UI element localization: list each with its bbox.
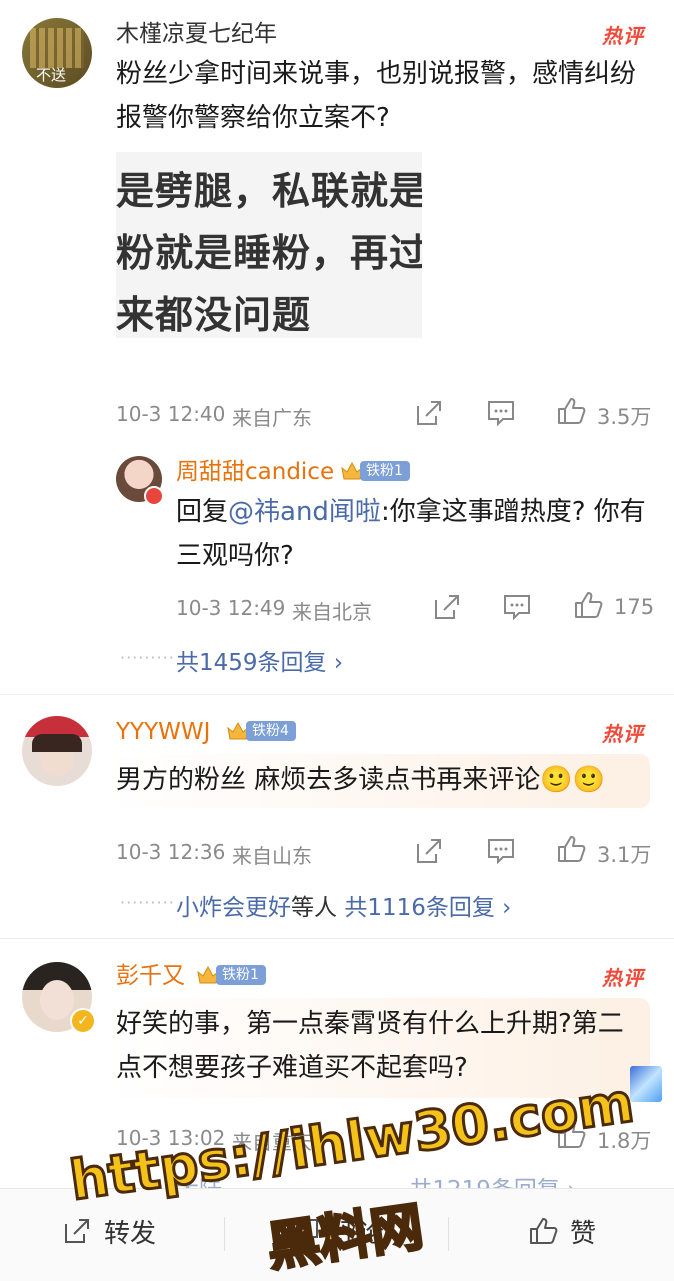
reply-time: 10-3 12:49 <box>176 596 286 620</box>
comment-text: 好笑的事，第一点秦霄贤有什么上升期?第二点不想要孩子难道买不起套吗? <box>116 1009 624 1083</box>
fan-level: 铁粉4 <box>246 721 296 741</box>
more-replies-link[interactable]: 共1459条回复 › <box>176 643 343 677</box>
fan-badge: 铁粉1 <box>196 964 266 986</box>
bar-divider <box>224 1217 225 1251</box>
share-icon[interactable] <box>432 592 462 622</box>
comment-time: 10-3 12:36 <box>116 840 226 864</box>
hot-comment-badge: 热评 <box>602 966 644 990</box>
comment-icon[interactable] <box>486 398 516 428</box>
image-line: 是劈腿，私联就是 <box>116 169 422 213</box>
avatar-label: 不送 <box>36 66 67 84</box>
hot-comment-badge: 热评 <box>602 24 644 48</box>
fan-level: 铁粉1 <box>360 461 410 481</box>
reply-prefix: 回复 <box>176 497 229 527</box>
reply-username[interactable]: 周甜甜candice <box>176 458 334 486</box>
reply-text: 回复@祎and闻啦:你拿这事蹭热度? 你有三观吗你? <box>176 490 652 578</box>
comment-location: 来自山东 <box>232 844 312 868</box>
comment-time: 10-3 12:40 <box>116 402 226 426</box>
like-icon[interactable] <box>556 396 586 426</box>
comment-icon[interactable] <box>502 592 532 622</box>
comment-text: 男方的粉丝 麻烦去多读点书再来评论🙂🙂 <box>116 765 606 795</box>
fan-badge: 铁粉1 <box>340 460 410 482</box>
like-icon[interactable] <box>556 834 586 864</box>
comment-divider <box>0 694 674 695</box>
dots-divider: ········· <box>120 893 175 912</box>
fan-level: 铁粉1 <box>216 965 266 985</box>
comment-username[interactable]: YYYWWJ <box>116 718 210 746</box>
reply-count[interactable]: 共1116条回复 › <box>344 895 511 921</box>
like-icon[interactable] <box>573 590 603 620</box>
verified-icon: ✓ <box>70 1008 96 1034</box>
repost-button[interactable]: 转发 <box>62 1211 156 1251</box>
comment-username[interactable]: 木槿凉夏七纪年 <box>116 20 277 48</box>
avatar[interactable] <box>22 716 92 786</box>
avatar[interactable]: 不送 <box>22 18 92 88</box>
replier-suffix: 等人 <box>291 895 337 921</box>
fan-badge: 铁粉4 <box>226 720 296 742</box>
image-line: 粉就是睡粉，再过 <box>116 231 422 275</box>
like-count: 175 <box>614 595 655 619</box>
reply-location: 来自北京 <box>292 600 372 624</box>
repost-icon <box>65 1219 89 1243</box>
bar-divider <box>448 1217 449 1251</box>
like-label: 赞 <box>570 1218 597 1249</box>
comment-icon[interactable] <box>486 836 516 866</box>
comment-text: 粉丝少拿时间来说事，也别说报警，感情纠纷报警你警察给你立案不? <box>116 59 637 133</box>
mention-link[interactable]: @祎and闻啦 <box>228 497 381 527</box>
comment-location: 来自广东 <box>232 406 312 430</box>
image-line: 来都没问题 <box>116 293 312 337</box>
hot-comment-badge: 热评 <box>602 722 644 746</box>
like-button[interactable]: 赞 <box>528 1211 596 1251</box>
share-icon[interactable] <box>414 398 444 428</box>
like-count: 3.1万 <box>597 843 652 867</box>
like-count: 3.5万 <box>597 405 652 429</box>
share-icon[interactable] <box>414 836 444 866</box>
like-icon <box>530 1218 558 1244</box>
comment-username[interactable]: 彭千又 <box>116 962 185 990</box>
comment-image[interactable]: 是劈腿，私联就是 粉就是睡粉，再过 来都没问题 <box>116 152 422 338</box>
more-replies-link[interactable]: 小炸会更好等人 共1116条回复 › <box>176 888 511 922</box>
verified-icon <box>144 486 164 506</box>
comment-divider <box>0 938 674 939</box>
dots-divider: ········· <box>120 648 175 667</box>
repost-label: 转发 <box>104 1218 157 1249</box>
replier-name[interactable]: 小炸会更好 <box>176 895 291 921</box>
sticker-thumbnail[interactable] <box>630 1066 662 1102</box>
